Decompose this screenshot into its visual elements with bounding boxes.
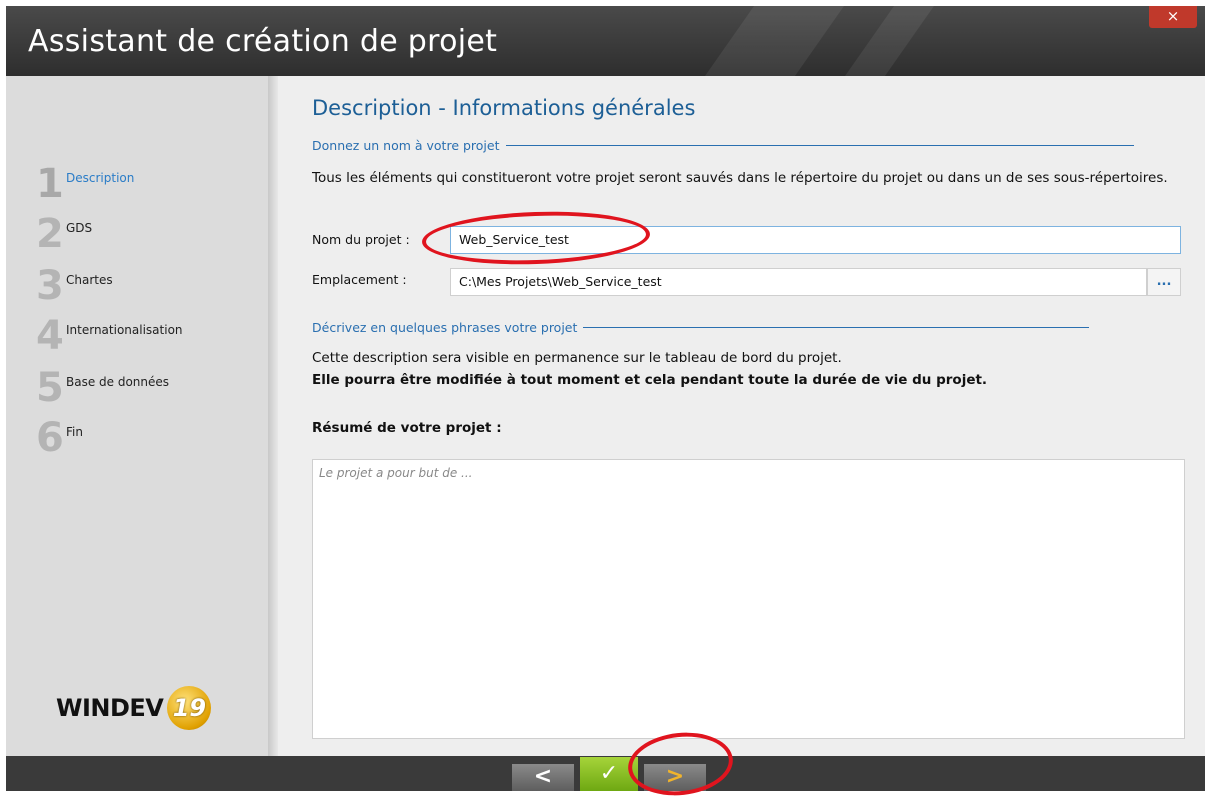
step-label: Fin <box>66 425 83 439</box>
windev-logo: WINDEV 19 <box>56 686 212 730</box>
window-title: Assistant de création de projet <box>28 24 498 59</box>
browse-button[interactable]: ... <box>1147 268 1181 296</box>
location-label: Emplacement : <box>312 272 407 287</box>
location-input[interactable]: C:\Mes Projets\Web_Service_test <box>450 268 1147 296</box>
section-divider <box>583 327 1090 328</box>
steps-sidebar: 1 Description 2 GDS 3 Chartes 4 Internat… <box>6 76 274 756</box>
step-internationalisation[interactable]: 4 Internationalisation <box>36 316 183 356</box>
step-fin[interactable]: 6 Fin <box>36 418 83 458</box>
step-number: 2 <box>36 211 64 257</box>
description-line-2: Elle pourra être modifiée à tout moment … <box>312 372 988 388</box>
step-description[interactable]: 1 Description <box>36 164 134 204</box>
validate-button[interactable]: ✓ <box>580 757 638 791</box>
step-number: 1 <box>36 161 64 207</box>
logo-version-badge: 19 <box>167 686 212 730</box>
title-bar: Assistant de création de projet × <box>6 6 1205 76</box>
step-gds[interactable]: 2 GDS <box>36 214 92 254</box>
section-name-title: Donnez un nom à votre projet <box>312 138 500 153</box>
wizard-window: Assistant de création de projet × 1 Desc… <box>6 6 1205 791</box>
section-description-header: Décrivez en quelques phrases votre proje… <box>312 320 1090 335</box>
step-label: Base de données <box>66 375 170 389</box>
step-number: 5 <box>36 365 64 411</box>
step-chartes[interactable]: 3 Chartes <box>36 266 113 306</box>
section-name-description: Tous les éléments qui constitueront votr… <box>312 170 1168 186</box>
logo-text: WINDEV <box>56 694 164 722</box>
close-button[interactable]: × <box>1149 6 1197 28</box>
step-number: 3 <box>36 263 64 309</box>
description-line-1: Cette description sera visible en perman… <box>312 350 842 366</box>
step-number: 6 <box>36 415 64 461</box>
step-label: Internationalisation <box>66 323 183 337</box>
sidebar-divider <box>268 76 278 756</box>
title-decoration <box>676 6 866 76</box>
main-panel: Description - Informations générales Don… <box>278 76 1205 756</box>
summary-placeholder: Le projet a pour but de ... <box>319 466 473 480</box>
step-label: Chartes <box>66 273 113 287</box>
step-label: GDS <box>66 221 93 235</box>
title-decoration <box>816 6 956 76</box>
step-base-de-donnees[interactable]: 5 Base de données <box>36 368 169 408</box>
next-button[interactable]: > <box>644 764 706 791</box>
back-button[interactable]: < <box>512 764 574 791</box>
project-name-label: Nom du projet : <box>312 232 410 247</box>
step-label: Description <box>66 171 135 185</box>
summary-textarea[interactable]: Le projet a pour but de ... <box>312 459 1185 739</box>
bottom-nav-bar: < ✓ > <box>6 756 1205 791</box>
section-divider <box>505 145 1134 146</box>
step-number: 4 <box>36 313 64 359</box>
section-name-header: Donnez un nom à votre projet <box>312 138 1134 153</box>
project-name-input[interactable]: Web_Service_test <box>450 226 1181 254</box>
page-title: Description - Informations générales <box>312 96 696 120</box>
summary-label: Résumé de votre projet : <box>312 420 502 436</box>
section-description-title: Décrivez en quelques phrases votre proje… <box>312 320 578 335</box>
